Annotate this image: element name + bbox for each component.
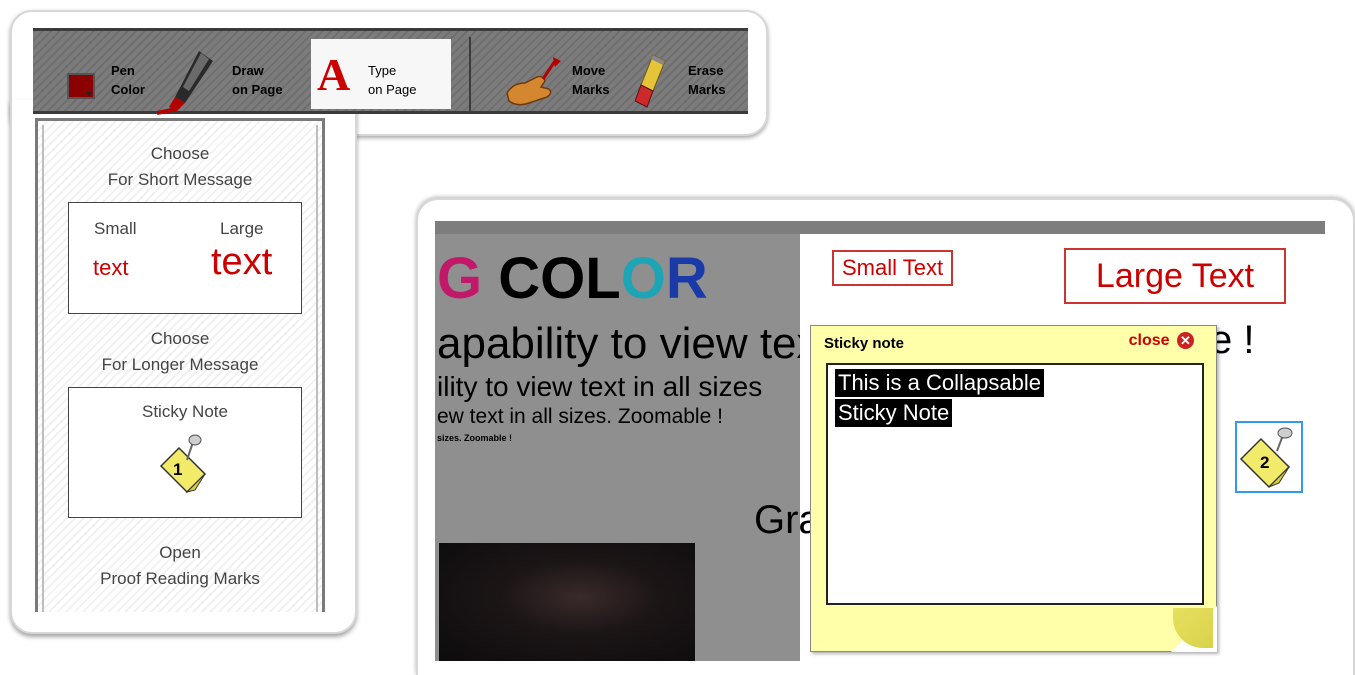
erase-label-2: Marks	[688, 82, 726, 97]
short-heading-line1: Choose	[150, 144, 210, 163]
title-r: R	[665, 246, 708, 311]
sticky-note-title: Sticky note	[824, 335, 905, 352]
toolbar-divider	[469, 37, 471, 111]
long-message-heading: Choose For Longer Message	[44, 326, 316, 378]
small-text-button[interactable]: Small Text	[832, 250, 954, 286]
sticky-note-option[interactable]: Sticky Note 1	[68, 387, 302, 518]
sticky-note-number: 1	[173, 460, 183, 479]
draw-label-2: on Page	[232, 82, 283, 97]
proof-reading-link[interactable]: Open Proof Reading Marks	[44, 540, 316, 592]
erase-label-1: Erase	[688, 63, 724, 78]
draw-label-1: Draw	[232, 63, 264, 78]
sticky-close-button[interactable]: close ✕	[1129, 332, 1194, 350]
collapsed-sticky-note[interactable]: 2	[1235, 421, 1303, 493]
doc-line-4: sizes. Zoomable !	[437, 433, 513, 443]
long-heading-line1: Choose	[150, 329, 210, 348]
proof-heading-line2: Proof Reading Marks	[100, 569, 260, 588]
type-on-page-tool[interactable]: A Type on Page	[311, 39, 451, 109]
sticky-note-pin-icon	[159, 434, 207, 494]
large-text-option[interactable]: text	[211, 241, 272, 284]
page-top-bar	[435, 221, 1325, 234]
short-message-options: Small text Large text	[68, 202, 302, 314]
title-col: COL	[498, 246, 621, 311]
sticky-text-line-1: This is a Collapsable	[835, 369, 1044, 397]
sticky-text-line-2: Sticky Note	[835, 399, 953, 427]
close-icon[interactable]: ✕	[1177, 332, 1194, 350]
small-label: Small	[94, 219, 137, 238]
marker-icon	[156, 51, 213, 115]
erase-marks-tool[interactable]: Erase Marks	[635, 31, 748, 111]
page-curl-icon	[1171, 606, 1217, 652]
hand-icon	[506, 57, 561, 106]
move-marks-tool[interactable]: Move Marks	[503, 31, 628, 111]
collapsed-note-number: 2	[1260, 453, 1270, 472]
text-options-panel: Choose For Short Message Small text Larg…	[35, 118, 325, 612]
pen-color-swatch-icon[interactable]	[67, 73, 95, 99]
document-page: G COLOR apability to view text ility to …	[435, 221, 801, 661]
sticky-note-label: Sticky Note	[142, 402, 228, 421]
draw-on-page-tool[interactable]: Draw on Page	[155, 31, 305, 115]
doc-line-2: ility to view text in all sizes	[437, 371, 763, 402]
document-photo	[439, 543, 695, 661]
annotation-toolbar: Pen Color Draw on Page A Type on Page Mo…	[33, 28, 748, 115]
document-title: G COLOR	[437, 245, 708, 312]
close-label: close	[1128, 332, 1170, 349]
large-text-button[interactable]: Large Text	[1064, 248, 1286, 304]
sticky-note-textarea[interactable]: This is a Collapsable Sticky Note	[826, 363, 1204, 605]
doc-line-3: ew text in all sizes. Zoomable !	[437, 405, 723, 428]
type-label-1: Type	[368, 63, 397, 78]
small-text-option[interactable]: text	[93, 255, 128, 281]
sticky-note-window[interactable]: Sticky note close ✕ This is a Collapsabl…	[810, 325, 1217, 652]
eraser-icon	[635, 54, 666, 108]
type-a-icon: A	[317, 49, 351, 100]
proof-heading-line1: Open	[159, 543, 201, 562]
long-heading-line2: For Longer Message	[101, 355, 259, 374]
short-message-heading: Choose For Short Message	[44, 141, 316, 193]
short-heading-line2: For Short Message	[107, 170, 253, 189]
title-g: G	[437, 246, 483, 311]
doc-line-1: apability to view text	[437, 319, 801, 368]
large-label: Large	[220, 219, 264, 238]
title-o: O	[620, 246, 666, 311]
type-label-2: on Page	[368, 82, 417, 97]
